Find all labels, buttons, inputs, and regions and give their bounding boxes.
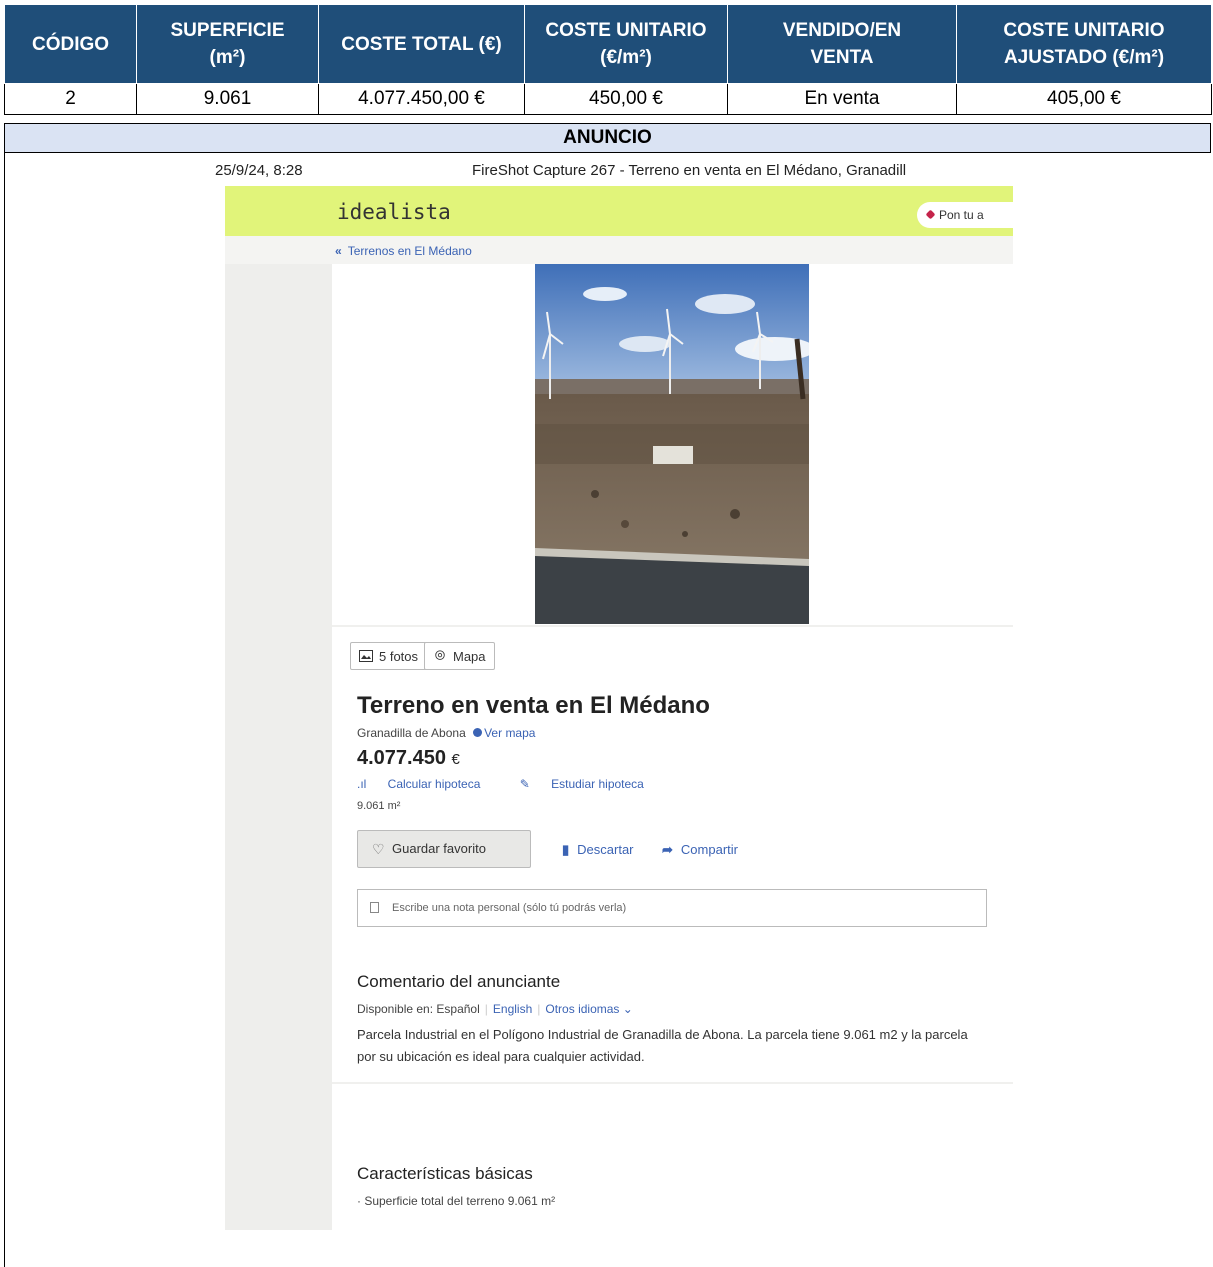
personal-note-input[interactable]: Escribe una nota personal (sólo tú podrá… <box>357 889 987 927</box>
photos-button-label: 5 fotos <box>379 649 419 664</box>
lang-spanish: Español <box>436 1002 480 1016</box>
double-chevron-left-icon: « <box>335 244 342 258</box>
price-currency: € <box>451 751 460 768</box>
chevron-down-icon: ⌄ <box>622 1002 633 1016</box>
location-text: Granadilla de Abona <box>357 726 466 740</box>
listing-location: Granadilla de Abona Ver mapa <box>357 726 535 740</box>
side-margin <box>225 264 332 1230</box>
idealista-logo[interactable]: idealista <box>337 200 451 224</box>
table-header-row: CÓDIGO SUPERFICIE (m²) COSTE TOTAL (€) CO… <box>4 4 1212 84</box>
listing-title: Terreno en venta en El Médano <box>357 692 710 719</box>
cell-coste-ajustado: 405,00 € <box>956 83 1212 115</box>
available-languages: Disponible en: Español | English | Otros idi… <box>357 1002 633 1016</box>
pencil-icon: ✎ <box>519 777 534 791</box>
listing-price: 4.077.450 € <box>357 747 460 770</box>
calculate-mortgage-label: Calcular hipoteca <box>387 777 481 791</box>
site-header: idealista Pon tu a <box>225 186 1013 236</box>
publish-ad-label: Pon tu a <box>939 208 984 222</box>
back-link[interactable]: « Terrenos en El Médano <box>335 244 472 258</box>
study-mortgage-label: Estudiar hipoteca <box>551 777 644 791</box>
divider <box>332 1082 1013 1084</box>
note-icon <box>370 902 379 913</box>
calculate-mortgage-link[interactable]: .ıl Calcular hipoteca <box>357 777 498 791</box>
divider <box>332 625 1013 627</box>
save-favorite-button[interactable]: ♡ Guardar favorito <box>357 830 531 868</box>
mortgage-links: .ıl Calcular hipoteca ✎ Estudiar hipotec… <box>357 777 680 791</box>
other-languages-label: Otros idiomas <box>545 1002 620 1016</box>
header-superficie: SUPERFICIE (m²) <box>136 4 319 84</box>
listing-main: 5 fotos Mapa Terreno en venta en El Méda… <box>332 264 1013 1230</box>
pin-icon <box>925 209 936 220</box>
cell-coste-total: 4.077.450,00 € <box>318 83 525 115</box>
summary-table: CÓDIGO SUPERFICIE (m²) COSTE TOTAL (€) CO… <box>4 4 1212 115</box>
comment-heading: Comentario del anunciante <box>357 972 561 991</box>
header-coste-unitario: COSTE UNITARIO (€/m²) <box>524 4 728 84</box>
table-row: 2 9.061 4.077.450,00 € 450,00 € En venta… <box>4 83 1212 115</box>
photo-icon <box>359 650 373 662</box>
terrain-photo-image <box>535 264 809 624</box>
map-pin-icon <box>473 728 483 737</box>
share-button[interactable]: ➦ Compartir <box>662 842 738 858</box>
feature-item: · Superficie total del terreno 9.061 m² <box>357 1194 556 1208</box>
listing-screenshot: idealista Pon tu a « Terrenos en El Médan… <box>225 186 1013 1230</box>
publish-ad-button[interactable]: Pon tu a <box>917 202 1013 228</box>
listing-photo[interactable] <box>535 264 809 624</box>
capture-header: 25/9/24, 8:28 FireShot Capture 267 - Ter… <box>215 160 1015 182</box>
back-link-label: Terrenos en El Médano <box>347 244 472 258</box>
header-coste-total: COSTE TOTAL (€) <box>318 4 525 84</box>
listing-area: 9.061 m² <box>357 800 401 812</box>
share-arrow-icon: ➦ <box>662 842 673 857</box>
study-mortgage-link[interactable]: ✎ Estudiar hipoteca <box>520 777 662 791</box>
map-button[interactable]: Mapa <box>424 642 495 670</box>
cell-estado: En venta <box>727 83 957 115</box>
discard-button[interactable]: ▮ Descartar <box>562 842 634 858</box>
map-button-label: Mapa <box>453 649 486 664</box>
cell-codigo: 2 <box>4 83 137 115</box>
share-label: Compartir <box>680 842 738 857</box>
location-pin-icon <box>435 650 445 660</box>
section-anuncio: ANUNCIO <box>4 123 1211 153</box>
header-coste-ajustado: COSTE UNITARIO AJUSTADO (€/m²) <box>956 4 1212 84</box>
other-languages-dropdown[interactable]: Otros idiomas ⌄ <box>545 1002 632 1016</box>
heart-icon: ♡ <box>372 841 385 857</box>
header-vendido: VENDIDO/EN VENTA <box>727 4 957 84</box>
left-border <box>4 153 5 1267</box>
photos-button[interactable]: 5 fotos <box>350 642 428 670</box>
available-in-label: Disponible en: <box>357 1002 434 1016</box>
capture-timestamp: 25/9/24, 8:28 <box>215 162 303 179</box>
capture-title: FireShot Capture 267 - Terreno en venta … <box>472 162 907 179</box>
trash-icon: ▮ <box>562 842 570 857</box>
features-heading: Características básicas <box>357 1164 533 1183</box>
price-value: 4.077.450 <box>357 747 446 769</box>
listing-description: Parcela Industrial en el Polígono Indust… <box>357 1027 968 1064</box>
cell-coste-unitario: 450,00 € <box>524 83 728 115</box>
header-codigo: CÓDIGO <box>4 4 137 84</box>
discard-label: Descartar <box>577 842 634 857</box>
divider: | <box>537 1002 541 1016</box>
document: CÓDIGO SUPERFICIE (m²) COSTE TOTAL (€) CO… <box>0 0 1213 1267</box>
divider: | <box>484 1002 488 1016</box>
save-favorite-label: Guardar favorito <box>392 841 486 856</box>
lang-english-link[interactable]: English <box>493 1002 532 1016</box>
note-placeholder: Escribe una nota personal (sólo tú podrá… <box>392 902 627 914</box>
see-map-link[interactable]: Ver mapa <box>484 726 535 740</box>
cell-superficie: 9.061 <box>136 83 319 115</box>
bar-chart-icon: .ıl <box>357 777 370 791</box>
